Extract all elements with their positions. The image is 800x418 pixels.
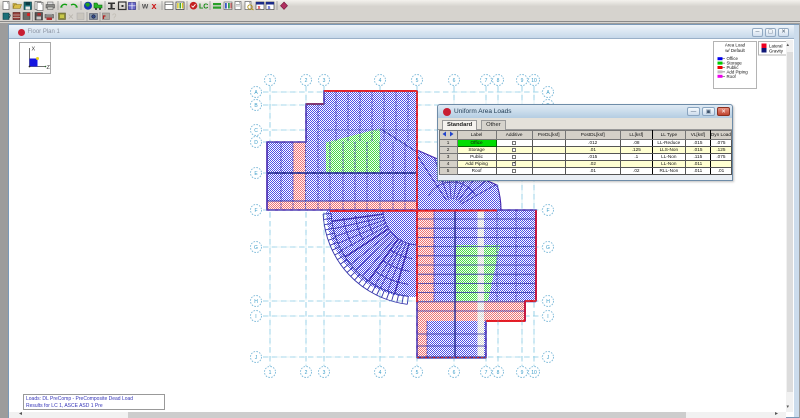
svg-text:5: 5 bbox=[416, 78, 419, 84]
svg-text:9: 9 bbox=[521, 78, 524, 84]
svg-text:F: F bbox=[546, 208, 549, 214]
svg-text:x: x bbox=[152, 1, 157, 11]
svg-text:7: 7 bbox=[485, 370, 488, 376]
svg-text:✕: ✕ bbox=[68, 13, 75, 22]
svg-text:4: 4 bbox=[379, 78, 382, 84]
svg-text:X: X bbox=[32, 47, 36, 53]
svg-text:5: 5 bbox=[416, 370, 419, 376]
svg-text:G: G bbox=[254, 245, 258, 251]
svg-text:6: 6 bbox=[453, 370, 456, 376]
svg-text:2: 2 bbox=[305, 370, 308, 376]
svg-text:H: H bbox=[546, 299, 550, 305]
svg-text:?: ? bbox=[112, 13, 117, 22]
svg-text:LC: LC bbox=[199, 4, 208, 11]
svg-text:H: H bbox=[254, 299, 258, 305]
svg-text:s: s bbox=[268, 5, 271, 11]
svg-text:w: w bbox=[141, 2, 149, 11]
svg-text:1: 1 bbox=[269, 78, 272, 84]
svg-text:10: 10 bbox=[531, 370, 537, 376]
svg-text:Gravity: Gravity bbox=[769, 49, 784, 54]
svg-text:4: 4 bbox=[379, 370, 382, 376]
svg-text:I: I bbox=[255, 314, 256, 320]
svg-text:w/ Default: w/ Default bbox=[725, 48, 745, 53]
svg-text:Z: Z bbox=[47, 65, 51, 71]
svg-text:C: C bbox=[254, 128, 258, 134]
svg-text:10: 10 bbox=[531, 78, 537, 84]
svg-text:2: 2 bbox=[305, 78, 308, 84]
svg-text:3: 3 bbox=[323, 370, 326, 376]
svg-text:D: D bbox=[254, 140, 258, 146]
svg-text:1: 1 bbox=[269, 370, 272, 376]
svg-text:F: F bbox=[254, 208, 257, 214]
svg-text:Roof: Roof bbox=[727, 74, 737, 79]
svg-text:9: 9 bbox=[521, 370, 524, 376]
svg-text:7: 7 bbox=[485, 78, 488, 84]
svg-text:I: I bbox=[547, 314, 548, 320]
svg-text:G: G bbox=[546, 245, 550, 251]
svg-text:8: 8 bbox=[497, 370, 500, 376]
svg-text:3: 3 bbox=[323, 78, 326, 84]
svg-text:8: 8 bbox=[497, 78, 500, 84]
svg-text:6: 6 bbox=[453, 78, 456, 84]
